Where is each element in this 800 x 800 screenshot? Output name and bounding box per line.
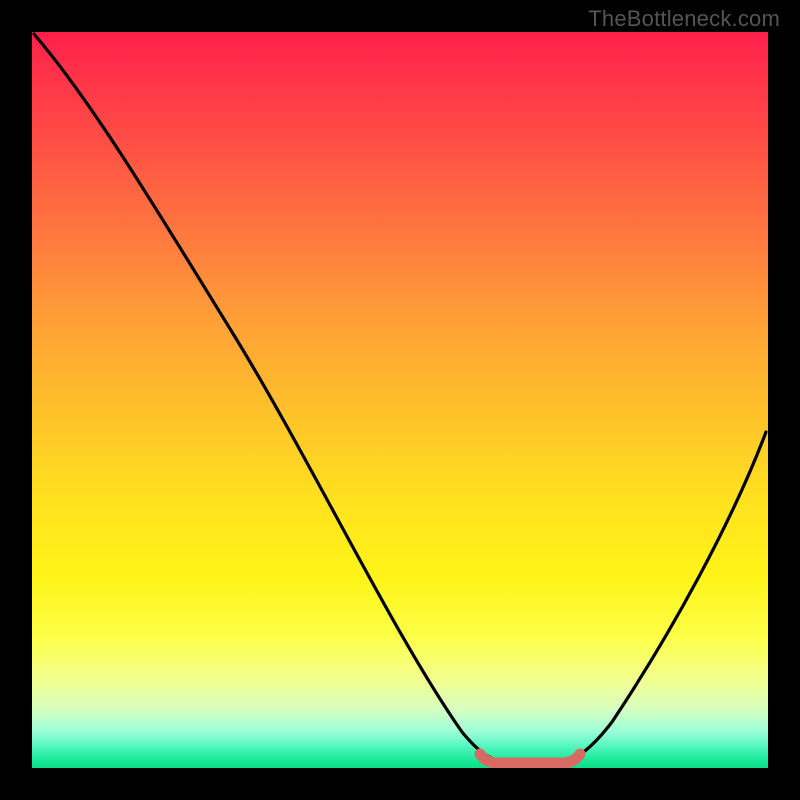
bottleneck-curve-line bbox=[34, 34, 766, 763]
optimal-range-marker bbox=[480, 754, 580, 763]
watermark-text: TheBottleneck.com bbox=[588, 6, 780, 32]
chart-curve-group bbox=[34, 34, 766, 763]
chart-svg bbox=[32, 32, 768, 768]
chart-frame: TheBottleneck.com bbox=[0, 0, 800, 800]
chart-plot-area bbox=[32, 32, 768, 768]
